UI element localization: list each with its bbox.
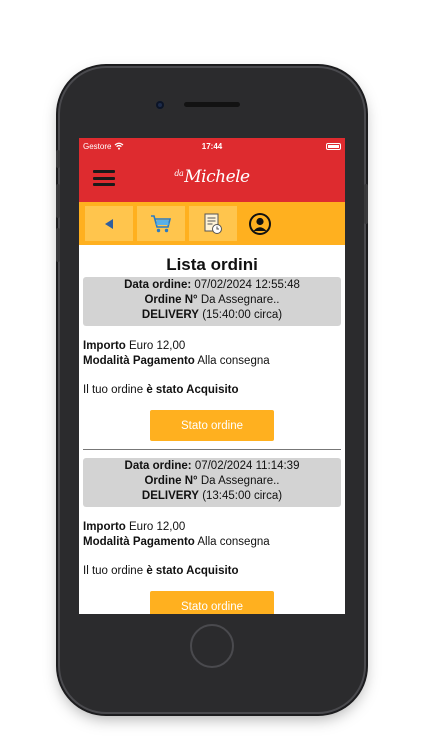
cart-icon — [151, 214, 172, 232]
order-summary: Data ordine: 07/02/2024 11:14:39 Ordine … — [83, 458, 341, 507]
earpiece-speaker — [184, 102, 240, 107]
delivery-label: DELIVERY — [141, 309, 199, 321]
amount-value: Euro 12,00 — [129, 340, 186, 352]
amount-label: Importo — [83, 340, 126, 352]
delivery-time: (15:40:00 circa) — [202, 309, 283, 321]
order-history-icon — [204, 213, 222, 234]
order-date: 07/02/2024 12:55:48 — [194, 279, 300, 291]
brand-logo: daMichele — [79, 167, 345, 187]
amount-label: Importo — [83, 521, 126, 533]
order-card: Data ordine: 07/02/2024 11:14:39 Ordine … — [83, 449, 341, 614]
front-camera — [156, 101, 164, 109]
status-prefix: Il tuo ordine — [83, 565, 144, 577]
home-button[interactable] — [190, 624, 234, 668]
silent-switch — [56, 150, 60, 168]
user-profile-button[interactable] — [241, 206, 279, 241]
delivery-label: DELIVERY — [141, 490, 199, 502]
logo-name: Michele — [184, 167, 250, 187]
order-date-label: Data ordine: — [124, 460, 192, 472]
order-number-label: Ordine N° — [144, 475, 198, 487]
payment-label: Modalità Pagamento — [83, 536, 195, 548]
user-icon — [249, 212, 271, 235]
delivery-time: (13:45:00 circa) — [202, 490, 283, 502]
clock: 17:44 — [201, 141, 223, 151]
order-number-label: Ordine N° — [144, 294, 198, 306]
order-number: Da Assegnare.. — [200, 294, 280, 306]
payment-value: Alla consegna — [197, 536, 270, 548]
logo-prefix: da — [174, 169, 184, 178]
status-bar: Gestore 17:44 — [79, 138, 345, 154]
back-button[interactable] — [85, 206, 133, 241]
amount-value: Euro 12,00 — [129, 521, 186, 533]
app-header: daMichele — [79, 154, 345, 202]
status-prefix: Il tuo ordine — [83, 384, 144, 396]
order-number: Da Assegnare.. — [200, 475, 280, 487]
payment-value: Alla consegna — [197, 355, 270, 367]
order-details: Importo Euro 12,00 Modalità Pagamento Al… — [83, 339, 341, 398]
status-value: è stato Acquisito — [146, 384, 239, 396]
order-details: Importo Euro 12,00 Modalità Pagamento Al… — [83, 520, 341, 579]
app-screen: Gestore 17:44 daMichele Lista ordini Dat… — [79, 138, 345, 614]
order-status-button[interactable]: Stato ordine — [150, 591, 274, 614]
payment-label: Modalità Pagamento — [83, 355, 195, 367]
volume-up-button — [56, 184, 60, 218]
back-arrow-icon — [105, 218, 113, 229]
battery-icon — [326, 142, 341, 150]
volume-down-button — [56, 228, 60, 262]
order-history-button[interactable] — [189, 206, 237, 241]
toolbar — [79, 202, 345, 245]
status-value: è stato Acquisito — [146, 565, 239, 577]
page-title: Lista ordini — [166, 255, 258, 274]
order-status-button[interactable]: Stato ordine — [150, 410, 274, 441]
order-card: Data ordine: 07/02/2024 12:55:48 Ordine … — [83, 277, 341, 449]
order-list: Lista ordini Data ordine: 07/02/2024 12:… — [79, 255, 345, 614]
order-date: 07/02/2024 11:14:39 — [194, 460, 300, 472]
order-summary: Data ordine: 07/02/2024 12:55:48 Ordine … — [83, 277, 341, 326]
order-date-label: Data ordine: — [124, 279, 192, 291]
power-button — [364, 184, 368, 224]
cart-button[interactable] — [137, 206, 185, 241]
